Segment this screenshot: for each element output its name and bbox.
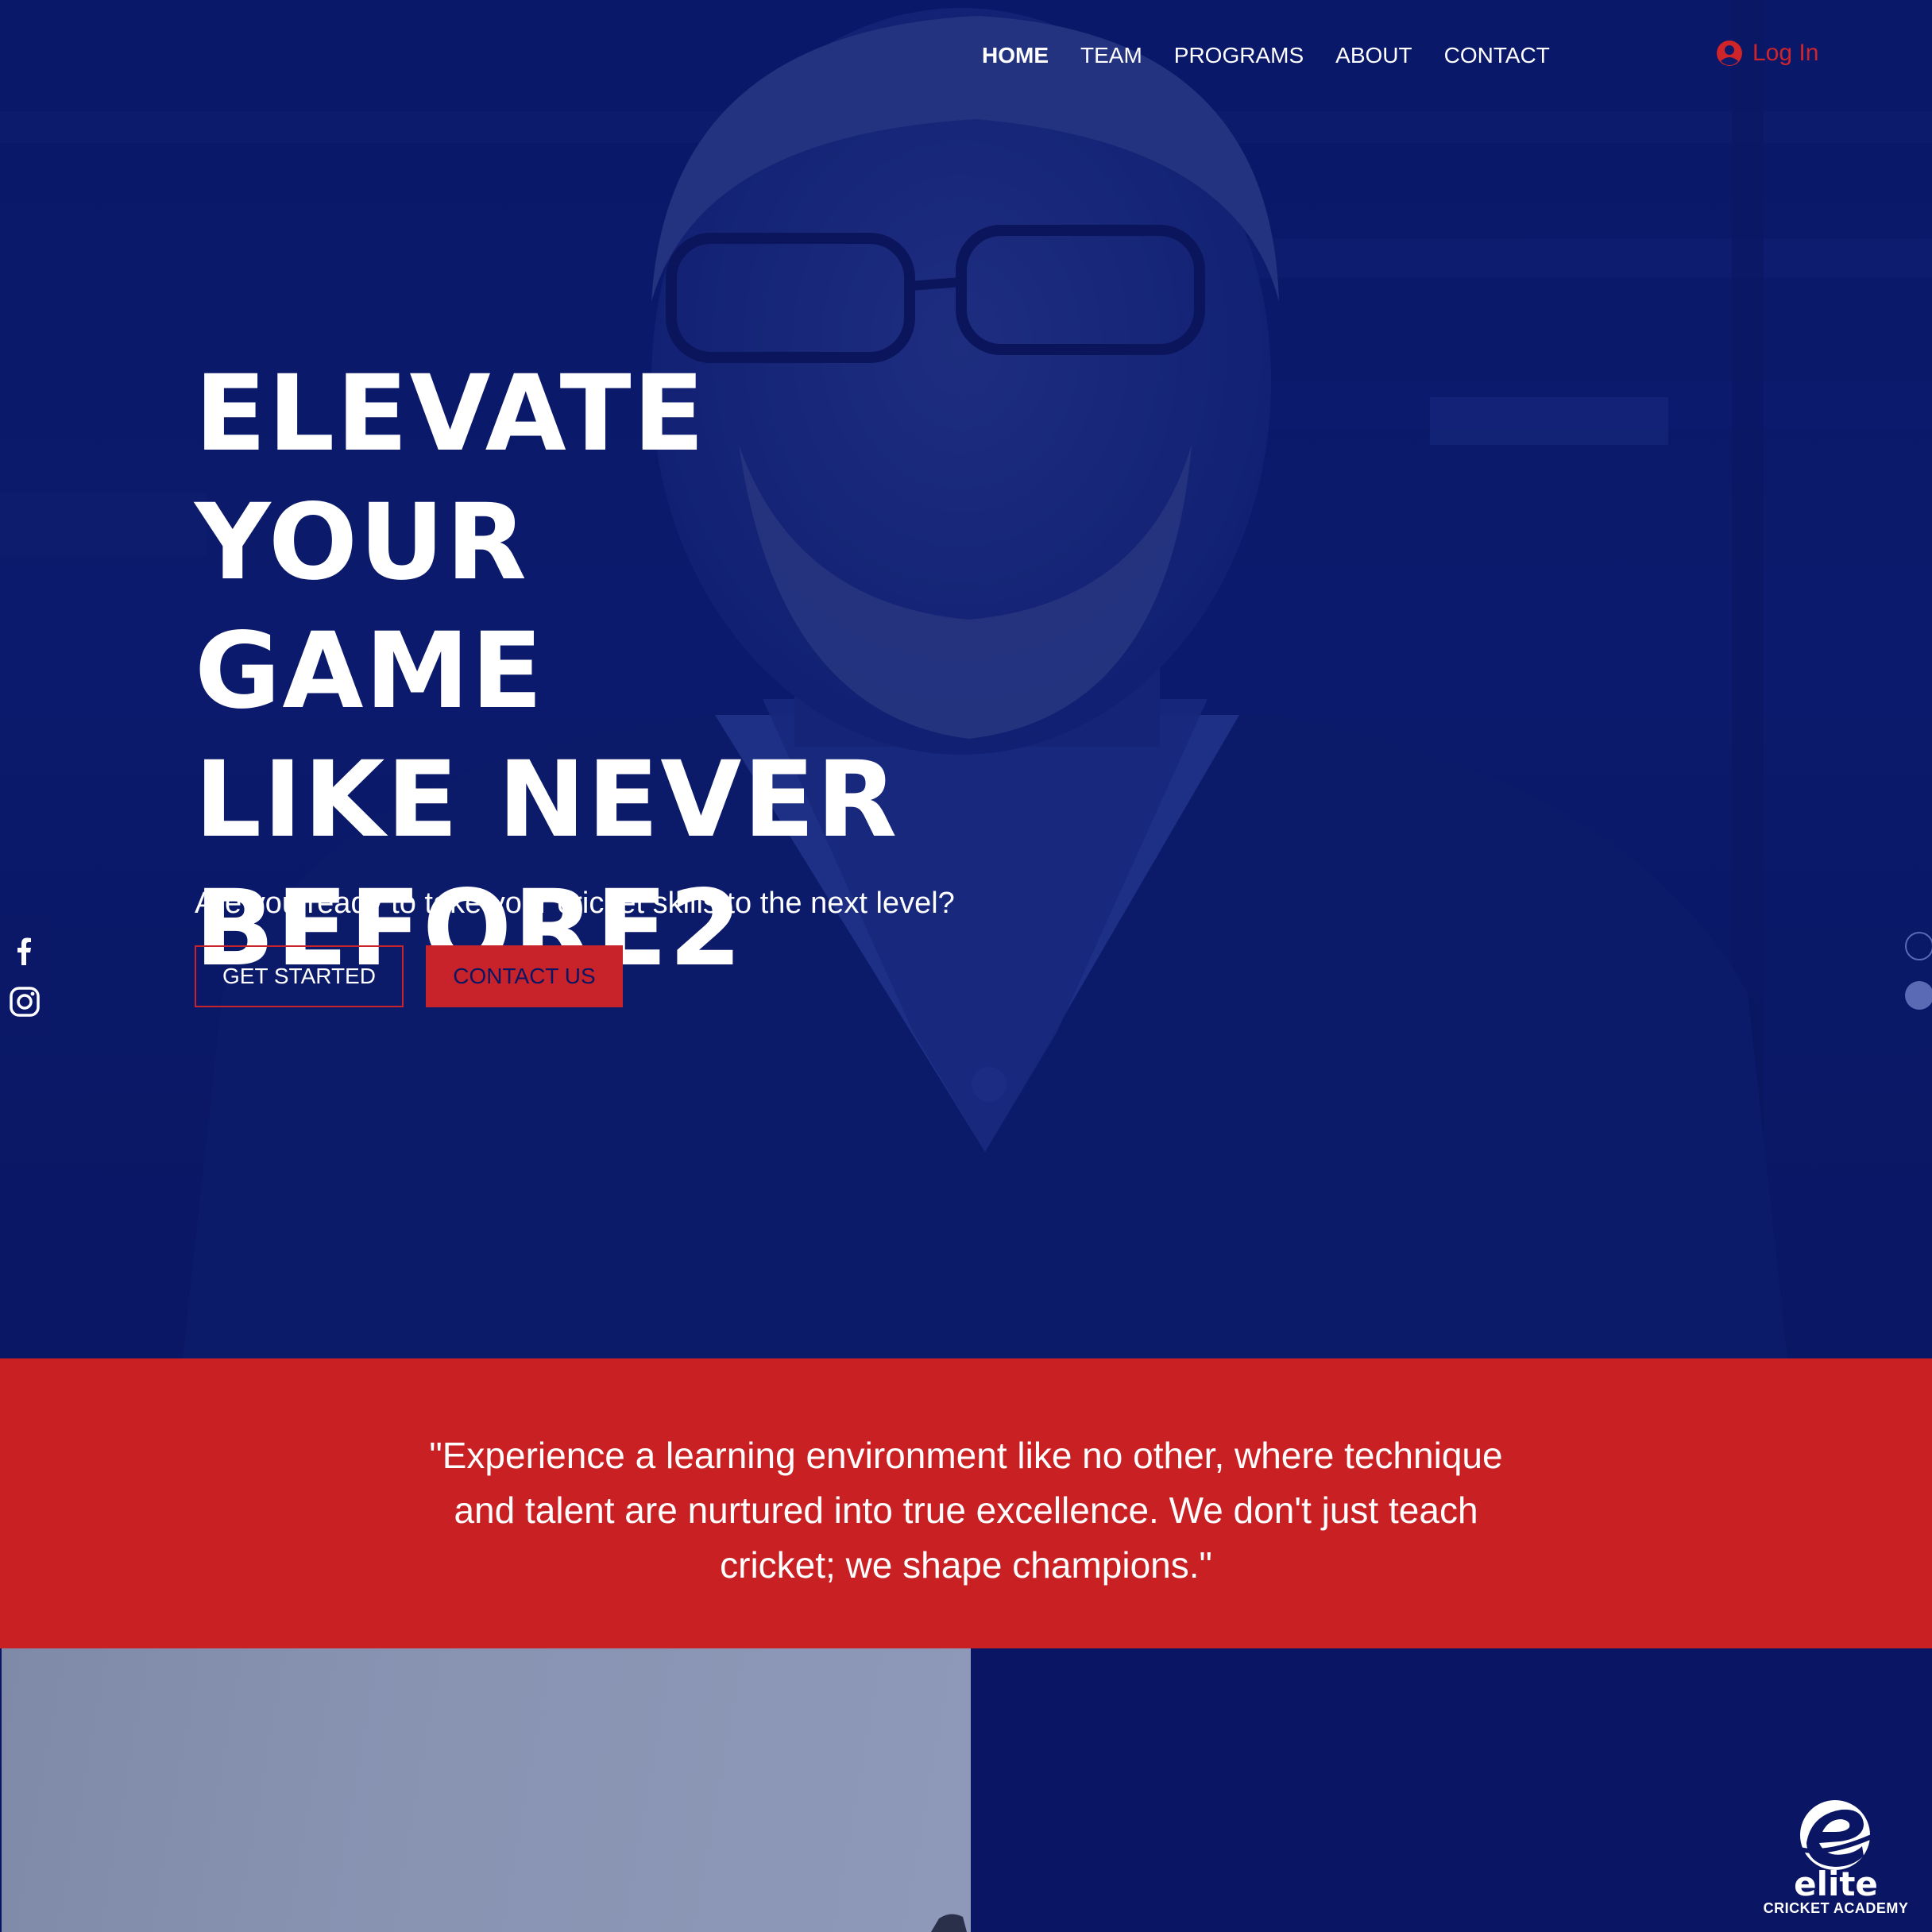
instagram-icon[interactable]	[9, 986, 41, 1018]
elite-logo-mark	[1799, 1800, 1873, 1870]
facebook-icon[interactable]	[9, 935, 41, 967]
nav-contact[interactable]: CONTACT	[1444, 40, 1550, 71]
logo-subtitle: CRICKET ACADEMY	[1763, 1900, 1909, 1916]
login-label: Log In	[1752, 40, 1819, 66]
nav-about[interactable]: ABOUT	[1335, 40, 1412, 71]
slide-indicator	[1905, 932, 1932, 1010]
user-circle-icon	[1717, 41, 1742, 66]
hero-subtitle: Are you ready to take your cricket skill…	[195, 887, 955, 920]
social-bar	[0, 915, 49, 1037]
login-button[interactable]: Log In	[1716, 40, 1818, 67]
quote-section: "Experience a learning environment like …	[0, 1358, 1932, 1648]
nav-programs[interactable]: PROGRAMS	[1174, 40, 1304, 71]
logo-word: elite	[1794, 1864, 1878, 1903]
main-nav: HOME TEAM PROGRAMS ABOUT CONTACT	[982, 40, 1550, 71]
contact-us-button[interactable]: CONTACT US	[426, 945, 623, 1007]
bottom-photo	[931, 1914, 967, 1932]
headline-line-3: LIKE NEVER	[195, 739, 899, 861]
quote-text: "Experience a learning environment like …	[429, 1435, 1503, 1586]
headline-line-2: YOUR GAME	[195, 481, 545, 732]
elite-logo[interactable]: elite CRICKET ACADEMY	[1754, 1797, 1918, 1916]
nav-team[interactable]: TEAM	[1080, 40, 1142, 71]
nav-home[interactable]: HOME	[982, 40, 1049, 71]
slide-dot-1[interactable]	[1905, 932, 1932, 960]
get-started-button[interactable]: GET STARTED	[195, 945, 404, 1007]
bottom-image-panel	[0, 1648, 971, 1932]
hero-section: HOME TEAM PROGRAMS ABOUT CONTACT Log In …	[0, 0, 1932, 1358]
headline-line-1: ELEVATE	[195, 353, 706, 475]
slide-dot-2[interactable]	[1905, 981, 1932, 1010]
